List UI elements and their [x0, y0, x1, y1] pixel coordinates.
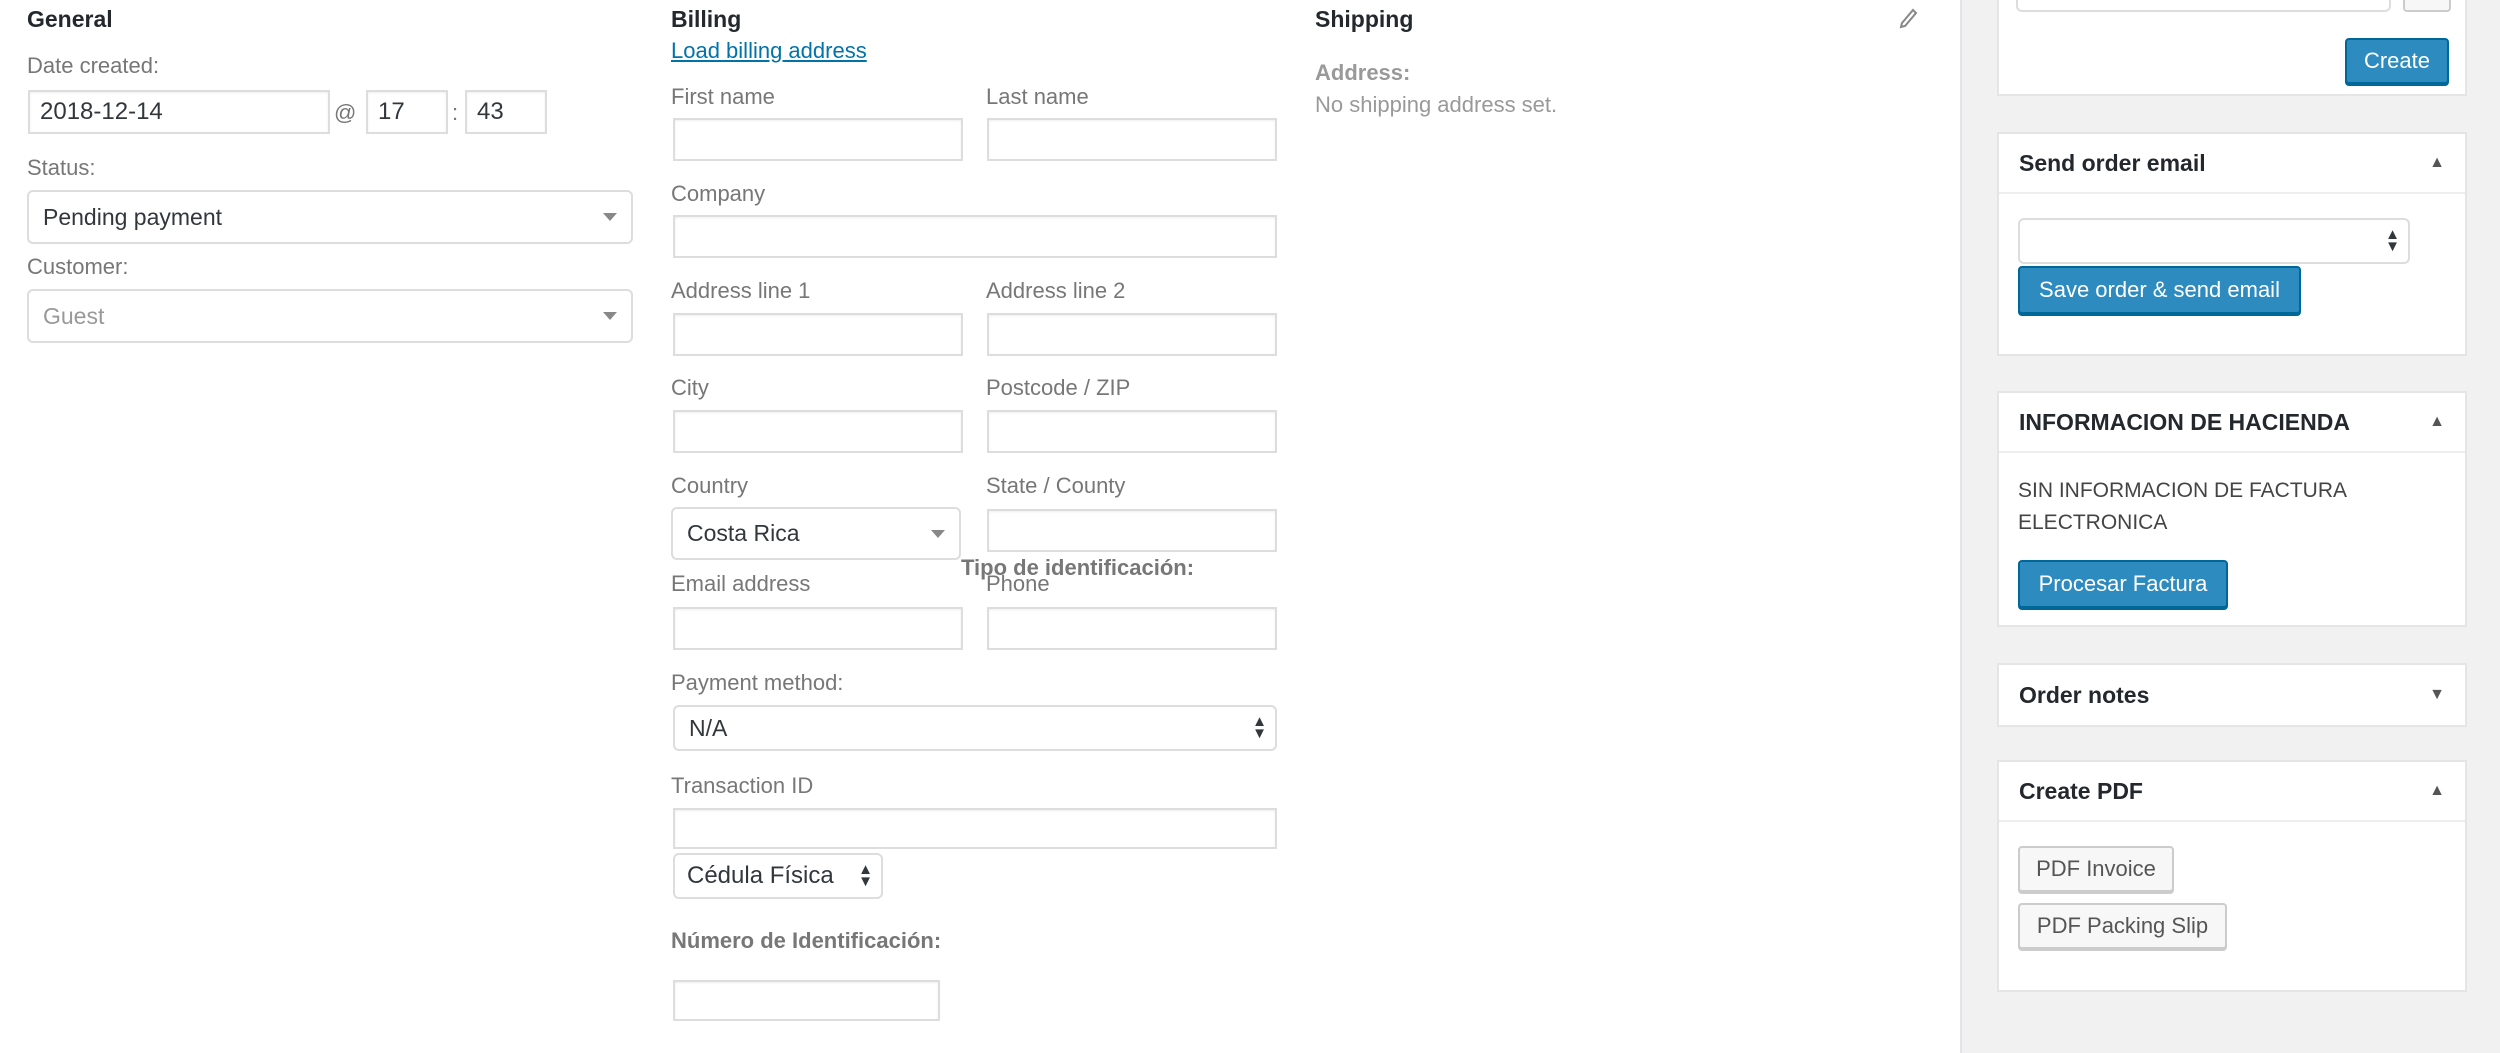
pdf-packing-slip-button[interactable]: PDF Packing Slip — [2018, 903, 2227, 949]
pencil-icon[interactable] — [1898, 4, 1920, 30]
minute-input[interactable]: 43 — [465, 90, 547, 134]
first-name-input[interactable] — [673, 118, 963, 161]
state-label: State / County — [986, 473, 1126, 498]
address1-input[interactable] — [673, 313, 963, 356]
phone-input[interactable] — [987, 607, 1277, 650]
email-action-select[interactable]: ▲ ▼ — [2018, 218, 2410, 264]
address2-input[interactable] — [987, 313, 1277, 356]
id-number-label: Número de Identificación: — [671, 928, 942, 953]
create-pdf-title: Create PDF — [2019, 777, 2143, 804]
hacienda-box: INFORMACION DE HACIENDA ▲ SIN INFORMACIO… — [1997, 391, 2467, 627]
triangle-down-icon[interactable]: ▼ — [2429, 686, 2445, 704]
send-order-email-title: Send order email — [2019, 149, 2206, 176]
date-input[interactable]: 2018-12-14 — [28, 90, 330, 134]
customer-label: Customer: — [27, 254, 129, 279]
date-created-label: Date created: — [27, 53, 160, 78]
actions-go-button-partial[interactable] — [2403, 0, 2451, 12]
state-input[interactable] — [987, 509, 1277, 552]
send-order-email-box: Send order email ▲ ▲ ▼ Save order & send … — [1997, 132, 2467, 356]
country-label: Country — [671, 473, 749, 498]
customer-placeholder: Guest — [43, 302, 105, 329]
last-name-label: Last name — [986, 84, 1089, 109]
customer-select[interactable]: Guest — [27, 289, 633, 343]
tipo-identificacion-label: Tipo de identificación: — [961, 555, 1195, 580]
transaction-id-input[interactable] — [673, 808, 1277, 849]
hacienda-text: SIN INFORMACION DE FACTURA ELECTRONICA — [2018, 479, 2346, 534]
id-number-input[interactable] — [673, 980, 940, 1021]
first-name-label: First name — [671, 84, 775, 109]
status-select[interactable]: Pending payment — [27, 190, 633, 244]
address1-label: Address line 1 — [671, 278, 811, 303]
company-label: Company — [671, 181, 766, 206]
updown-arrows-icon: ▲ ▼ — [858, 861, 873, 890]
billing-heading: Billing — [671, 6, 742, 32]
general-heading: General — [27, 6, 113, 32]
hacienda-header[interactable]: INFORMACION DE HACIENDA ▲ — [1999, 393, 2465, 453]
save-and-send-email-button[interactable]: Save order & send email — [2018, 266, 2301, 314]
shipping-address-value: No shipping address set. — [1315, 92, 1558, 117]
actions-select-partial[interactable] — [2016, 0, 2391, 12]
load-billing-address-link[interactable]: Load billing address — [671, 38, 867, 64]
chevron-down-icon — [931, 529, 945, 538]
city-label: City — [671, 375, 709, 400]
order-notes-header[interactable]: Order notes ▼ — [1999, 665, 2465, 725]
status-value: Pending payment — [43, 203, 223, 230]
postcode-label: Postcode / ZIP — [986, 375, 1131, 400]
shipping-address-label: Address: — [1315, 60, 1411, 85]
company-input[interactable] — [673, 215, 1277, 258]
chevron-down-icon — [603, 213, 617, 221]
pdf-invoice-button[interactable]: PDF Invoice — [2018, 846, 2174, 892]
hour-input[interactable]: 17 — [366, 90, 448, 134]
hacienda-title: INFORMACION DE HACIENDA — [2019, 408, 2350, 435]
updown-arrows-icon: ▲ ▼ — [2385, 226, 2400, 255]
updown-arrows-icon: ▲ ▼ — [1252, 713, 1267, 742]
send-order-email-header[interactable]: Send order email ▲ — [1999, 134, 2465, 194]
transaction-id-label: Transaction ID — [671, 773, 814, 798]
create-button[interactable]: Create — [2345, 38, 2449, 84]
triangle-up-icon[interactable]: ▲ — [2429, 413, 2445, 431]
email-label: Email address — [671, 571, 811, 596]
create-pdf-header[interactable]: Create PDF ▲ — [1999, 762, 2465, 822]
time-colon: : — [452, 100, 459, 125]
procesar-factura-button[interactable]: Procesar Factura — [2018, 560, 2228, 608]
id-type-select[interactable]: Cédula Física ▲ ▼ — [673, 853, 883, 899]
order-notes-title: Order notes — [2019, 681, 2150, 708]
shipping-heading: Shipping — [1315, 6, 1414, 32]
payment-method-label: Payment method: — [671, 670, 844, 695]
city-input[interactable] — [673, 410, 963, 453]
actions-box: Create — [1997, 0, 2467, 96]
id-type-value: Cédula Física — [687, 862, 834, 889]
payment-method-select[interactable]: N/A ▲ ▼ — [673, 705, 1277, 751]
at-sign: @ — [334, 100, 357, 125]
country-select[interactable]: Costa Rica — [671, 507, 961, 560]
order-notes-box: Order notes ▼ — [1997, 663, 2467, 727]
email-input[interactable] — [673, 607, 963, 650]
chevron-down-icon — [603, 312, 617, 320]
triangle-up-icon[interactable]: ▲ — [2429, 782, 2445, 800]
address2-label: Address line 2 — [986, 278, 1126, 303]
country-value: Costa Rica — [687, 520, 800, 546]
create-pdf-box: Create PDF ▲ PDF Invoice PDF Packing Sli… — [1997, 760, 2467, 992]
postcode-input[interactable] — [987, 410, 1277, 453]
status-label: Status: — [27, 155, 96, 180]
payment-method-value: N/A — [689, 714, 728, 741]
triangle-up-icon[interactable]: ▲ — [2429, 154, 2445, 172]
last-name-input[interactable] — [987, 118, 1277, 161]
